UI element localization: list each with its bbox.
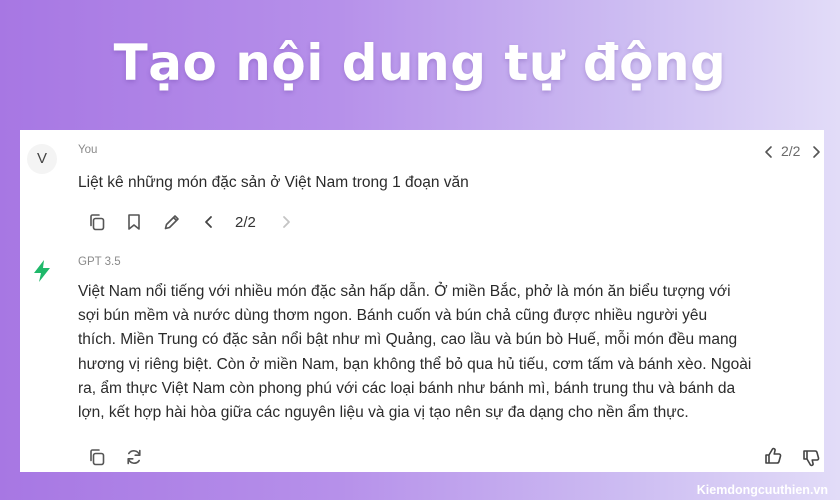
user-pager: 2/2 [235, 214, 256, 231]
chevron-left-icon[interactable] [763, 145, 775, 159]
assistant-sender-label: GPT 3.5 [78, 256, 121, 268]
chevron-right-icon[interactable] [810, 145, 822, 159]
copy-icon[interactable] [87, 212, 107, 232]
copy-icon[interactable] [87, 447, 107, 467]
thumbs-down-icon[interactable] [801, 448, 821, 468]
user-sender-label: You [78, 144, 98, 156]
lightning-icon [29, 258, 55, 284]
bookmark-icon[interactable] [124, 212, 144, 232]
user-avatar: V [27, 144, 57, 174]
assistant-message: Việt Nam nổi tiếng với nhiều món đặc sản… [78, 283, 752, 422]
user-message: Liệt kê những món đặc sản ở Việt Nam tro… [78, 174, 469, 191]
chat-panel: V You 2/2 Liệt kê những món đặc sản ở Vi… [20, 130, 824, 472]
chevron-left-icon[interactable] [203, 214, 215, 230]
edit-icon[interactable] [162, 212, 182, 232]
chevron-right-icon[interactable] [280, 214, 292, 230]
watermark: Kiemdongcuuthien.vn [696, 483, 828, 497]
user-pager-top: 2/2 [781, 143, 801, 159]
page-headline: Tạo nội dung tự động [113, 34, 727, 92]
regenerate-icon[interactable] [124, 447, 144, 467]
thumbs-up-icon[interactable] [763, 446, 783, 466]
